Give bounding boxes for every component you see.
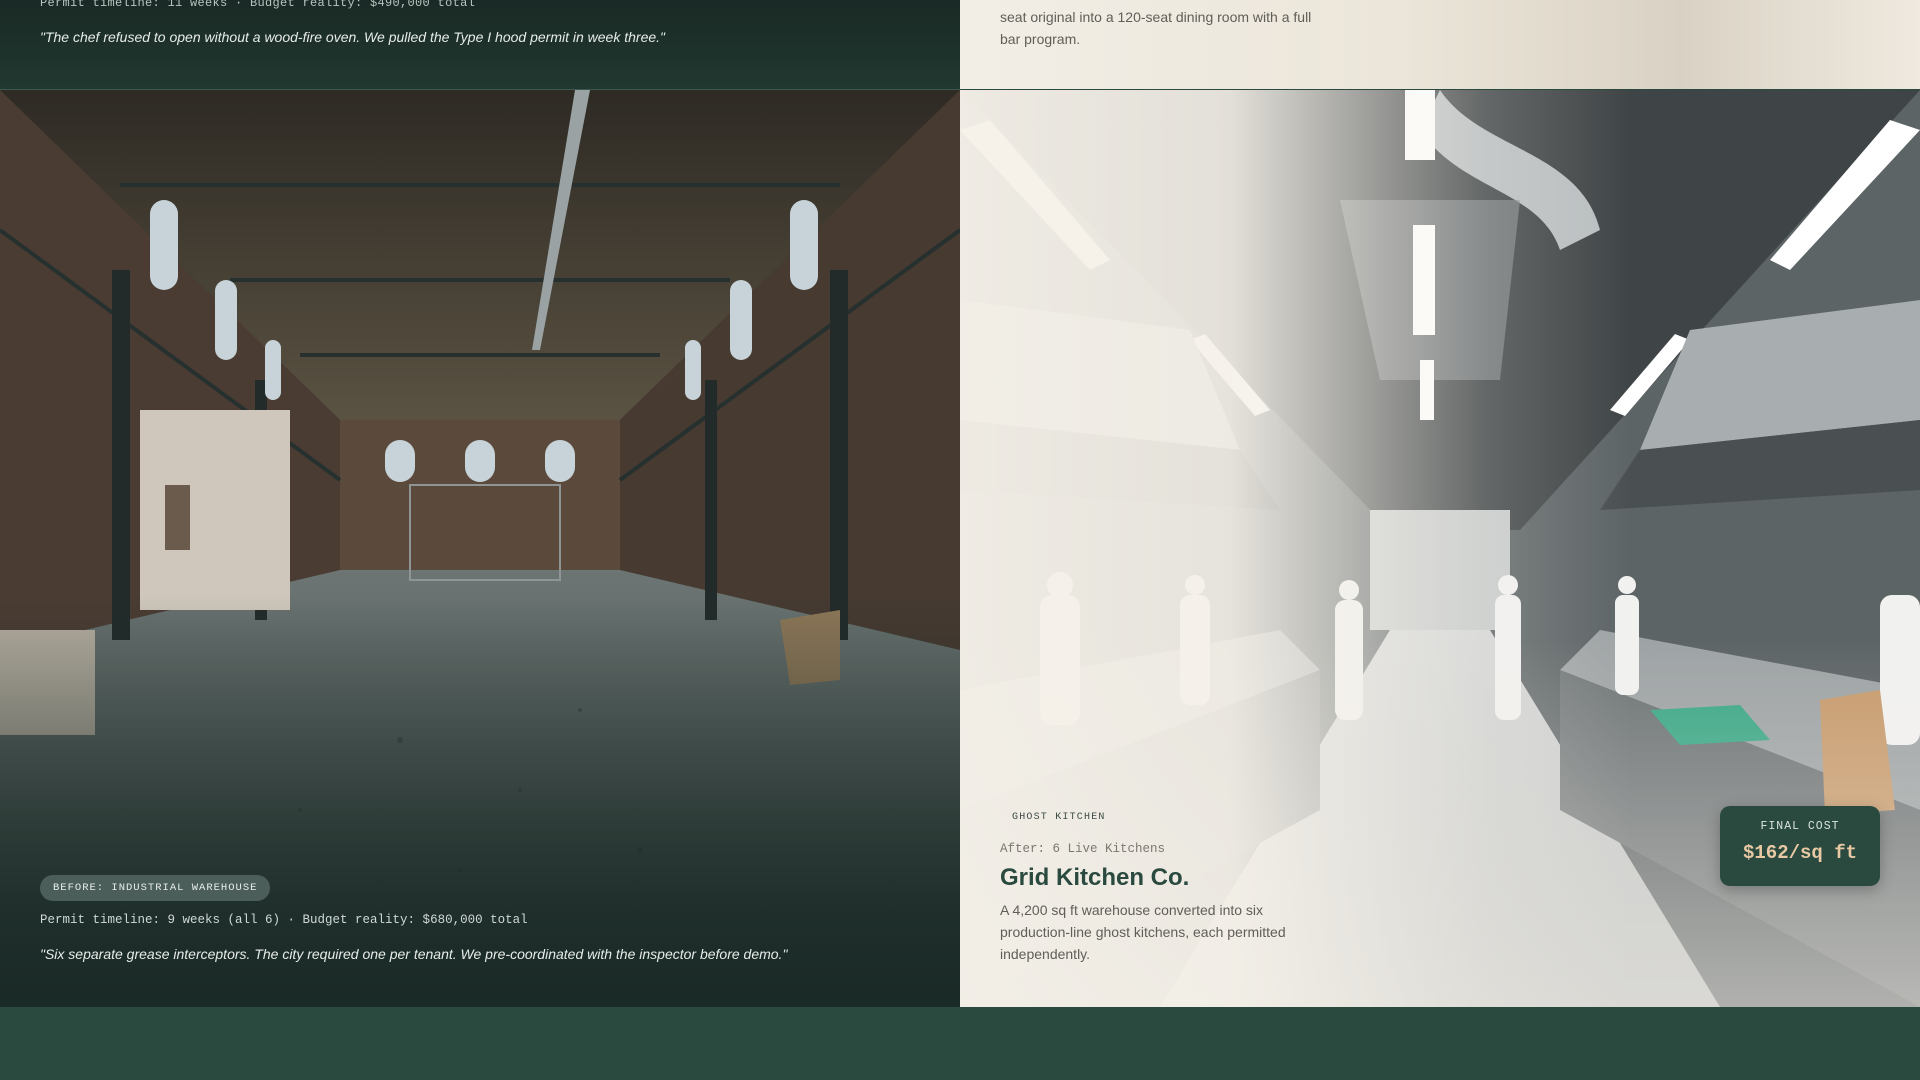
permit-meta: Permit timeline: 9 weeks (all 6) · Budge… (40, 913, 528, 927)
footer-band (0, 1007, 1920, 1080)
card-shade (0, 90, 960, 1007)
before-badge: BEFORE: INDUSTRIAL WAREHOUSE (40, 875, 271, 901)
project-quote: "Six separate grease interceptors. The c… (40, 946, 788, 962)
category-tag: GHOST KITCHEN (1012, 812, 1106, 823)
project-description: A 4,200 sq ft warehouse converted into s… (1000, 902, 1286, 962)
previous-before-card: Permit timeline: 11 weeks · Budget reali… (0, 0, 960, 90)
after-label: After: 6 Live Kitchens (1000, 842, 1166, 856)
project-description: seat original into a 120-seat dining roo… (1000, 9, 1312, 47)
project-quote: "The chef refused to open without a wood… (40, 29, 665, 45)
after-card: GHOST KITCHEN After: 6 Live Kitchens Gri… (960, 90, 1920, 1007)
project-title: Grid Kitchen Co. (1000, 864, 1190, 891)
permit-meta: Permit timeline: 11 weeks · Budget reali… (40, 0, 476, 10)
final-cost-card: FINAL COST $162/sq ft (1720, 806, 1880, 886)
before-card: BEFORE: INDUSTRIAL WAREHOUSE Permit time… (0, 90, 960, 1007)
final-cost-value: $162/sq ft (1742, 842, 1858, 864)
before-after-grid: Permit timeline: 11 weeks · Budget reali… (0, 0, 1920, 1007)
final-cost-label: FINAL COST (1760, 820, 1840, 833)
previous-after-card: seat original into a 120-seat dining roo… (960, 0, 1920, 89)
